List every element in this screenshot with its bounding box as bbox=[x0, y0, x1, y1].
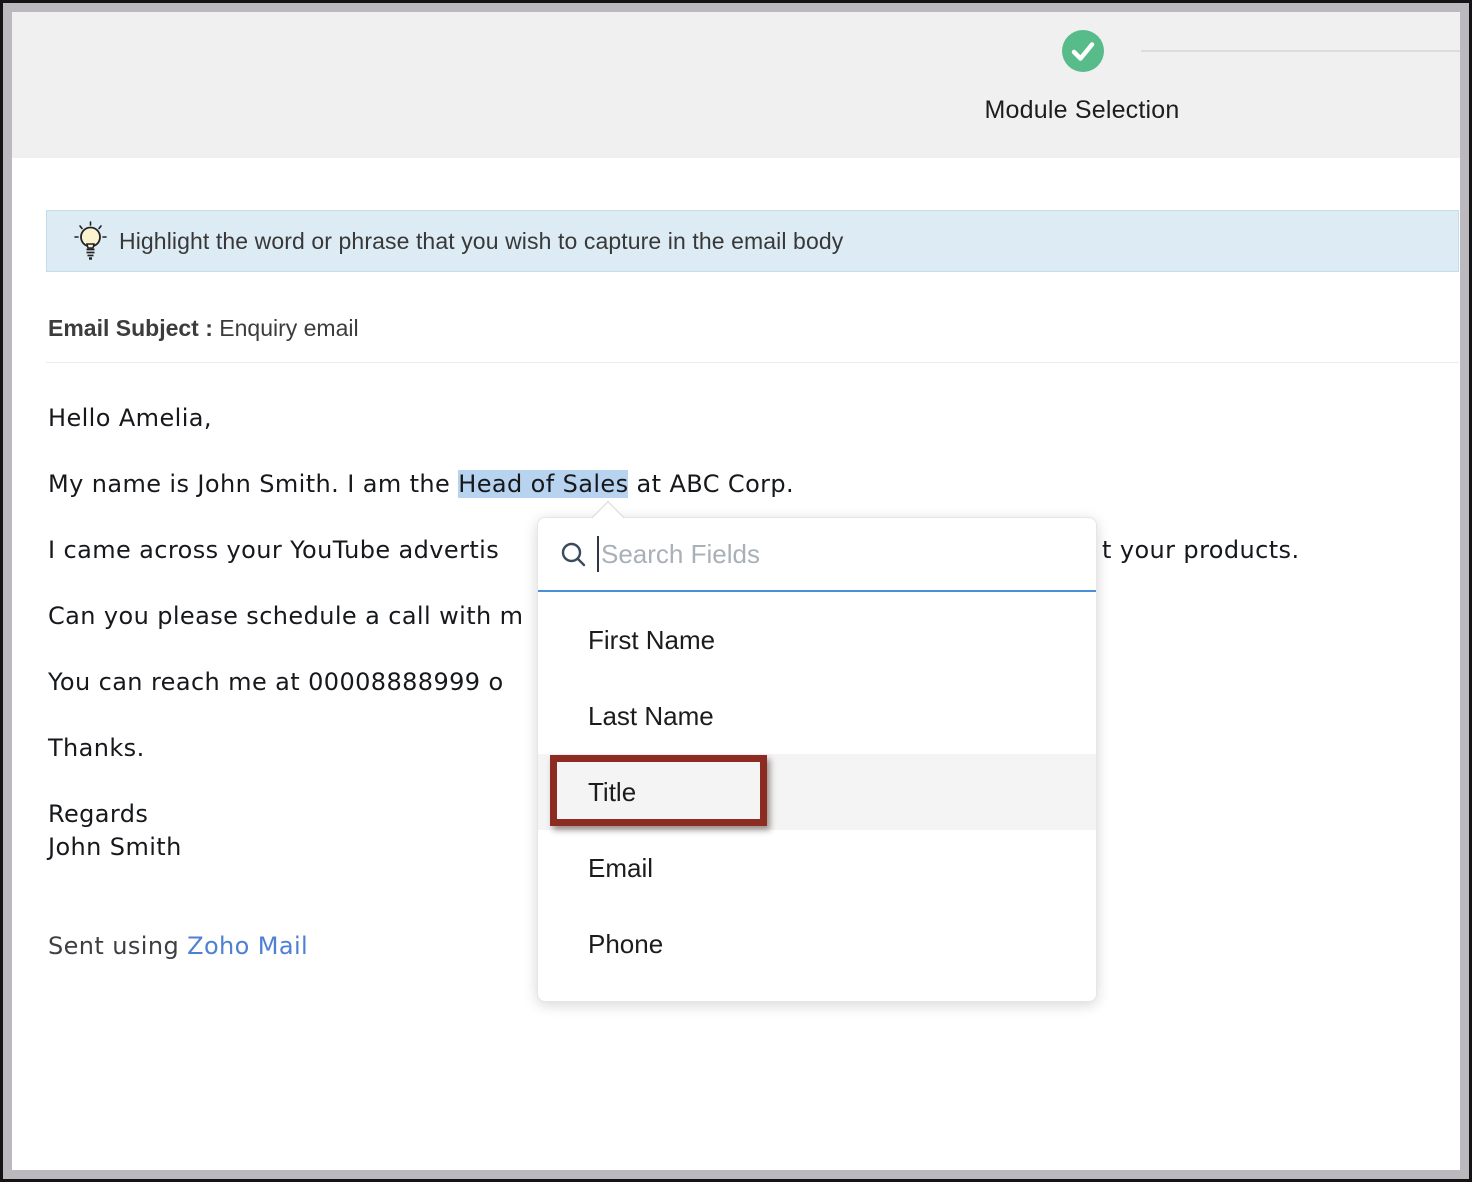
body-line-intro[interactable]: My name is John Smith. I am the Head of … bbox=[48, 468, 794, 500]
list-item-title[interactable]: Title bbox=[538, 754, 1096, 830]
search-field-row[interactable] bbox=[538, 518, 1096, 592]
search-icon bbox=[561, 542, 586, 566]
list-item-last-name[interactable]: Last Name bbox=[538, 678, 1096, 754]
zoho-mail-link[interactable]: Zoho Mail bbox=[187, 932, 308, 960]
module-selection-page: Module Selection Highlight the word or p… bbox=[12, 12, 1460, 1170]
footer-prefix: Sent using bbox=[48, 932, 188, 960]
body-line-regards[interactable]: Regards bbox=[48, 798, 148, 830]
list-item-phone[interactable]: Phone bbox=[538, 906, 1096, 982]
body-line-footer: Sent using Zoho Mail bbox=[48, 930, 308, 962]
body-line-signature[interactable]: John Smith bbox=[48, 831, 182, 863]
body-line-youtube[interactable]: I came across your YouTube advertis bbox=[48, 534, 499, 566]
search-input[interactable] bbox=[601, 538, 1041, 570]
list-item-email[interactable]: Email bbox=[538, 830, 1096, 906]
text-selection-highlight[interactable]: Head of Sales bbox=[458, 470, 629, 498]
intro-text-before[interactable]: My name is John Smith. I am the bbox=[48, 470, 458, 498]
field-dropdown: First Name Last Name Title Email Phone bbox=[537, 501, 1097, 1002]
window-frame-inner: Module Selection Highlight the word or p… bbox=[3, 3, 1469, 1179]
window-frame: Module Selection Highlight the word or p… bbox=[0, 0, 1472, 1182]
dropdown-list: First Name Last Name Title Email Phone bbox=[538, 592, 1096, 982]
body-line-schedule[interactable]: Can you please schedule a call with m bbox=[48, 600, 523, 632]
body-line-phone[interactable]: You can reach me at 00008888999 o bbox=[48, 666, 504, 698]
body-line-greeting[interactable]: Hello Amelia, bbox=[48, 402, 212, 434]
list-item-first-name[interactable]: First Name bbox=[538, 602, 1096, 678]
intro-text-after[interactable]: at ABC Corp. bbox=[628, 470, 794, 498]
body-line-youtube-continued[interactable]: t your products. bbox=[1102, 534, 1299, 566]
body-line-thanks[interactable]: Thanks. bbox=[48, 732, 145, 764]
text-cursor bbox=[597, 536, 599, 572]
